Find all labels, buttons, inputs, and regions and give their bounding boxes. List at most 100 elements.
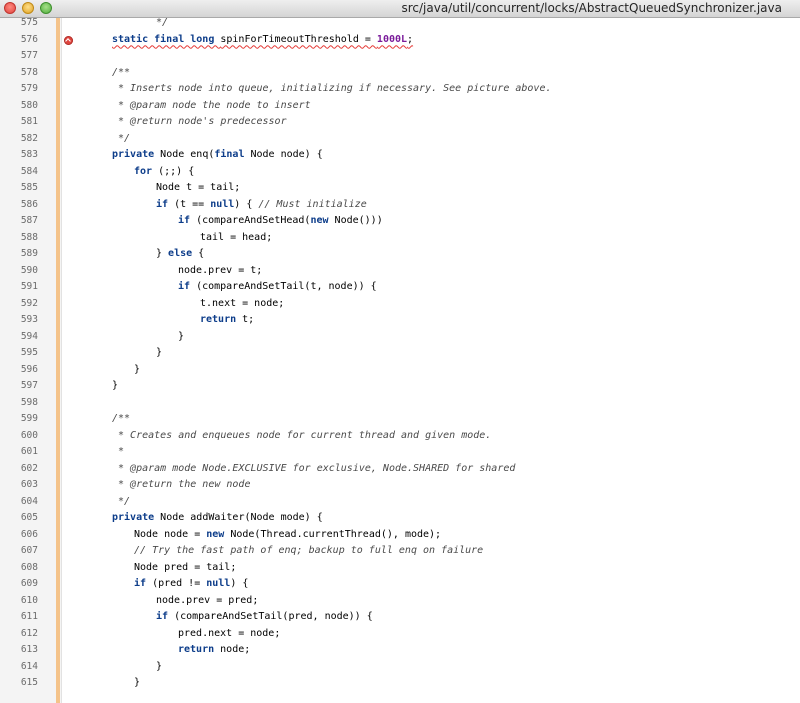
code-token: node.prev = t;	[178, 264, 263, 276]
code-line[interactable]: 602 * @param mode Node.EXCLUSIVE for exc…	[0, 461, 800, 478]
code-text: */	[112, 494, 130, 511]
keyword-token: private	[112, 512, 161, 523]
code-line[interactable]: 600 * Creates and enqueues node for curr…	[0, 428, 800, 445]
code-token: }	[178, 330, 185, 342]
code-token: t.next = node;	[200, 297, 285, 309]
comment-token: * @param mode Node.EXCLUSIVE for exclusi…	[112, 462, 516, 474]
line-number: 604	[20, 495, 38, 507]
line-number: 599	[20, 413, 38, 424]
minimize-window-button[interactable]	[22, 2, 34, 14]
code-text: Node t = tail;	[156, 180, 240, 197]
error-marker-icon[interactable]	[64, 35, 73, 45]
code-line[interactable]: 613 return node;	[0, 642, 800, 659]
code-line[interactable]: 607 // Try the fast path of enq; backup t…	[0, 543, 800, 560]
line-number: 583	[20, 149, 38, 160]
keyword-token: if	[156, 611, 175, 622]
code-line[interactable]: 592 t.next = node;	[0, 296, 800, 313]
code-line[interactable]: 583 private Node enq(final Node node) {	[0, 147, 800, 164]
code-text: if (compareAndSetHead(new Node()))	[178, 213, 383, 230]
comment-token: * @param node the node to insert	[112, 99, 311, 111]
code-line[interactable]: 594}	[0, 329, 800, 346]
code-text: * @param mode Node.EXCLUSIVE for exclusi…	[112, 461, 515, 478]
code-line[interactable]: 579 * Inserts node into queue, initializ…	[0, 81, 800, 98]
line-number: 606	[20, 528, 38, 540]
code-editor[interactable]: 575 */ 576 static final long spinForTimeout…	[0, 15, 800, 703]
line-number: 615	[20, 677, 38, 688]
code-text: /**	[112, 65, 130, 82]
code-text: }	[134, 675, 140, 692]
keyword-token: private	[112, 149, 161, 160]
code-line[interactable]: 614}	[0, 659, 800, 676]
line-number: 593	[20, 314, 38, 325]
code-line[interactable]: 591 if (compareAndSetTail(t, node)) {	[0, 279, 800, 296]
code-line[interactable]: 610 node.prev = pred;	[0, 593, 800, 610]
code-token: (compareAndSetTail(t, node)) {	[196, 281, 377, 292]
code-line[interactable]: 590 node.prev = t;	[0, 263, 800, 280]
comment-token: *	[112, 446, 125, 457]
code-line[interactable]: 605 private Node addWaiter(Node mode) {	[0, 510, 800, 527]
code-line[interactable]: 606 Node node = new Node(Thread.currentTh…	[0, 527, 800, 544]
code-line[interactable]: 598	[0, 395, 800, 412]
code-line[interactable]: 612 pred.next = node;	[0, 626, 800, 643]
code-text: Node node = new Node(Thread.currentThrea…	[134, 527, 441, 544]
line-number: 597	[20, 380, 38, 391]
code-text: }	[156, 659, 162, 676]
maximize-window-button[interactable]	[40, 2, 52, 14]
line-number: 586	[20, 198, 38, 210]
close-window-button[interactable]	[4, 2, 16, 14]
code-text: Node pred = tail;	[134, 560, 236, 577]
line-number: 589	[20, 248, 38, 259]
code-line[interactable]: 608 Node pred = tail;	[0, 560, 800, 577]
line-number: 602	[20, 462, 38, 474]
code-token: }	[156, 248, 169, 259]
code-line[interactable]: 586 if (t == null) { // Must initialize	[0, 197, 800, 214]
line-number: 612	[20, 627, 38, 639]
code-line[interactable]: 611 if (compareAndSetTail(pred, node)) {	[0, 609, 800, 626]
code-text: if (compareAndSetTail(pred, node)) {	[156, 609, 373, 626]
code-line[interactable]: 585 Node t = tail;	[0, 180, 800, 197]
line-number: 577	[20, 50, 38, 61]
code-text: }	[156, 345, 162, 362]
line-number: 605	[20, 512, 38, 523]
comment-token: */	[156, 17, 169, 28]
code-line[interactable]: 595}	[0, 345, 800, 362]
code-token: }	[134, 363, 141, 375]
comment-token: * @return node's predecessor	[112, 116, 287, 127]
code-line[interactable]: 615}	[0, 675, 800, 692]
code-line[interactable]: 580 * @param node the node to insert	[0, 98, 800, 115]
code-token: node.prev = pred;	[156, 594, 259, 606]
code-line[interactable]: 575 */	[0, 15, 800, 32]
code-line[interactable]: 596}	[0, 362, 800, 379]
keyword-token: final	[214, 149, 251, 160]
keyword-token: static final long	[112, 33, 221, 45]
code-token: ) {	[230, 578, 249, 589]
code-line[interactable]: 604 */	[0, 494, 800, 511]
line-number: 585	[20, 182, 38, 193]
code-token: Node(Thread.currentThread(), mode);	[230, 528, 442, 540]
keyword-token: else	[168, 248, 199, 259]
code-line[interactable]: 603 * @return the new node	[0, 477, 800, 494]
code-line[interactable]: 601 *	[0, 444, 800, 461]
line-number: 610	[20, 594, 38, 606]
code-line[interactable]: 588 tail = head;	[0, 230, 800, 247]
code-line[interactable]: 609 if (pred != null) {	[0, 576, 800, 593]
code-line[interactable]: 587 if (compareAndSetHead(new Node()))	[0, 213, 800, 230]
code-line[interactable]: 577	[0, 48, 800, 65]
code-line[interactable]: 599 /**	[0, 411, 800, 428]
code-text: private Node enq(final Node node) {	[112, 147, 323, 164]
code-line[interactable]: 581 * @return node's predecessor	[0, 114, 800, 131]
code-line[interactable]: 578 /**	[0, 65, 800, 82]
code-token: tail = head;	[200, 231, 273, 243]
keyword-token: return	[178, 644, 221, 655]
code-line[interactable]: 589} else {	[0, 246, 800, 263]
keyword-token: if	[178, 281, 197, 292]
code-line[interactable]: 582 */	[0, 131, 800, 148]
code-token: (compareAndSetHead(	[196, 215, 311, 226]
code-token: Node addWaiter(Node mode) {	[160, 512, 323, 523]
code-line[interactable]: 597}	[0, 378, 800, 395]
code-line[interactable]: 584 for (;;) {	[0, 164, 800, 181]
code-line[interactable]: 576 static final long spinForTimeoutThres…	[0, 32, 800, 49]
code-text: * Creates and enqueues node for current …	[112, 428, 491, 445]
comment-token: */	[112, 132, 131, 144]
code-line[interactable]: 593 return t;	[0, 312, 800, 329]
